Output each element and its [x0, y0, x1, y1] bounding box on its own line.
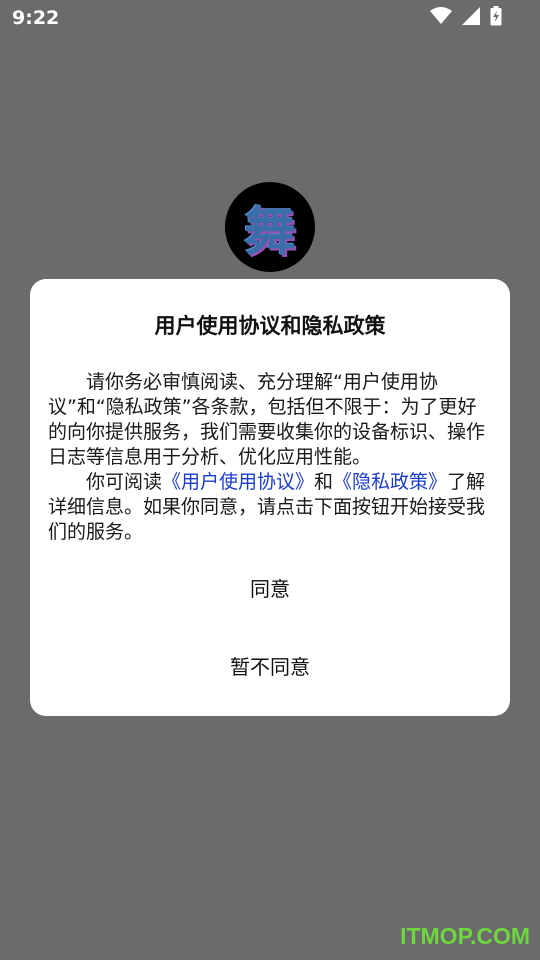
dialog-body: 请你务必审慎阅读、充分理解“用户使用协议”和“隐私政策”各条款，包括但不限于：为…: [48, 370, 494, 545]
signal-icon: [462, 7, 480, 29]
battery-charging-icon: [490, 6, 502, 30]
disagree-button[interactable]: 暂不同意: [30, 651, 510, 680]
status-time: 9:22: [12, 7, 60, 29]
watermark: ITMOP.COM: [400, 923, 530, 949]
app-logo-glyph: 舞: [243, 201, 296, 263]
status-bar: 9:22: [0, 0, 540, 38]
privacy-policy-link[interactable]: 《隐私政策》: [333, 471, 447, 493]
user-agreement-link[interactable]: 《用户使用协议》: [162, 471, 314, 493]
privacy-dialog: 用户使用协议和隐私政策 请你务必审慎阅读、充分理解“用户使用协议”和“隐私政策”…: [30, 279, 510, 716]
status-icons: [430, 6, 502, 30]
dialog-title: 用户使用协议和隐私政策: [154, 314, 386, 338]
agree-button[interactable]: 同意: [30, 573, 510, 602]
app-logo: 舞: [225, 182, 315, 272]
wifi-icon: [430, 7, 452, 29]
dialog-paragraph-2: 你可阅读《用户使用协议》和《隐私政策》了解详细信息。如果你同意，请点击下面按钮开…: [48, 470, 494, 545]
paragraph-2-and: 和: [314, 471, 334, 493]
paragraph-2-prefix: 你可阅读: [86, 471, 163, 493]
dialog-paragraph-1: 请你务必审慎阅读、充分理解“用户使用协议”和“隐私政策”各条款，包括但不限于：为…: [48, 371, 486, 468]
